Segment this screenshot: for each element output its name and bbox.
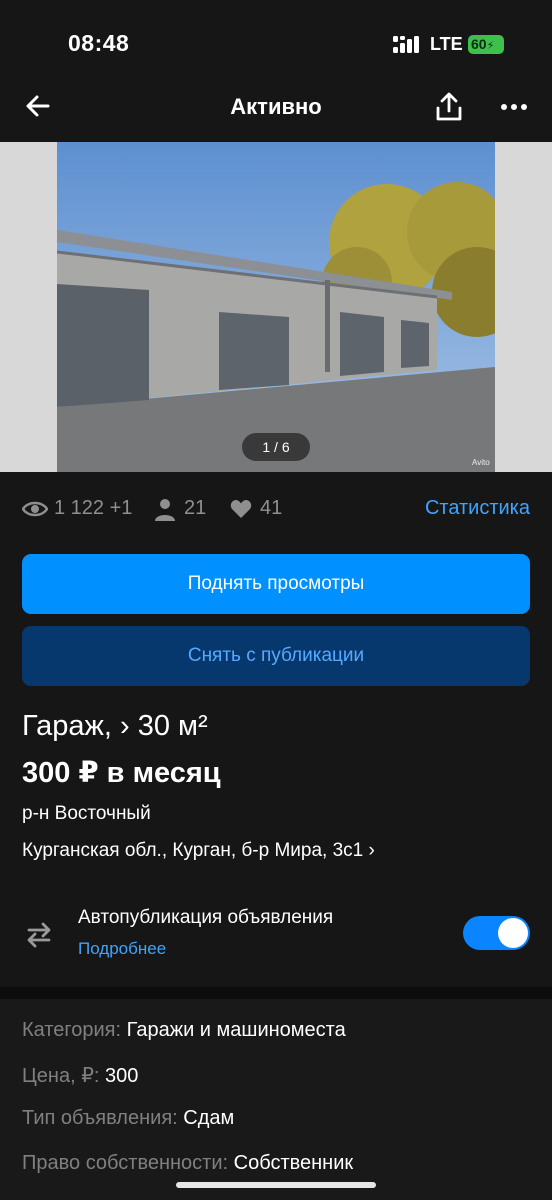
detail-value: Собственник <box>233 1152 354 1174</box>
listing-district: р-н Восточный <box>22 803 151 824</box>
eye-icon <box>22 501 48 517</box>
share-icon[interactable] <box>434 91 464 123</box>
detail-row-price: Цена, ₽: 300 <box>22 1063 138 1088</box>
autopublish-more-link[interactable]: Подробнее <box>78 939 166 959</box>
garage-photo-image <box>57 142 495 472</box>
views-count: 1 122 +1 <box>54 497 133 519</box>
home-indicator[interactable] <box>176 1182 376 1188</box>
signal-icon <box>393 36 419 53</box>
person-icon <box>155 499 175 521</box>
detail-key: Цена, ₽: <box>22 1065 100 1087</box>
favorites-count: 41 <box>260 497 283 519</box>
repeat-icon <box>27 922 51 948</box>
photo-counter: 1 / 6 <box>242 433 310 461</box>
listing-address[interactable]: Курганская обл., Курган, б-р Мира, 3с1 › <box>22 840 375 862</box>
battery-indicator: 60⚡ <box>468 35 504 54</box>
listing-title[interactable]: Гараж, › 30 м² <box>22 710 208 743</box>
statistics-link[interactable]: Статистика <box>425 497 530 520</box>
contacts-count: 21 <box>184 497 207 519</box>
detail-row-category: Категория: Гаражи и машиноместа <box>22 1019 346 1042</box>
section-divider <box>0 987 552 999</box>
listing-price: 300 ₽ в месяц <box>22 757 221 789</box>
raise-views-button[interactable]: Поднять просмотры <box>22 554 530 614</box>
detail-row-type: Тип объявления: Сдам <box>22 1107 234 1130</box>
network-type: LTE <box>430 34 463 54</box>
battery-level: 60 <box>471 36 487 52</box>
detail-value: Гаражи и машиноместа <box>126 1019 346 1041</box>
listing-photo[interactable] <box>57 142 495 472</box>
unpublish-button[interactable]: Снять с публикации <box>22 626 530 686</box>
detail-key: Тип объявления: <box>22 1107 178 1129</box>
detail-value: 300 <box>105 1065 139 1087</box>
status-time: 08:48 <box>68 30 130 56</box>
detail-key: Категория: <box>22 1019 122 1041</box>
photo-watermark: Avito <box>472 458 490 467</box>
more-options-icon[interactable] <box>500 99 528 115</box>
page-title: Активно <box>230 94 322 119</box>
toggle-knob <box>498 918 528 948</box>
heart-icon <box>230 500 252 518</box>
detail-value: Сдам <box>183 1107 235 1129</box>
autopublish-label: Автопубликация объявления <box>78 907 334 928</box>
detail-key: Право собственности: <box>22 1152 229 1174</box>
detail-row-ownership: Право собственности: Собственник <box>22 1152 353 1175</box>
charging-icon: ⚡ <box>486 40 495 52</box>
